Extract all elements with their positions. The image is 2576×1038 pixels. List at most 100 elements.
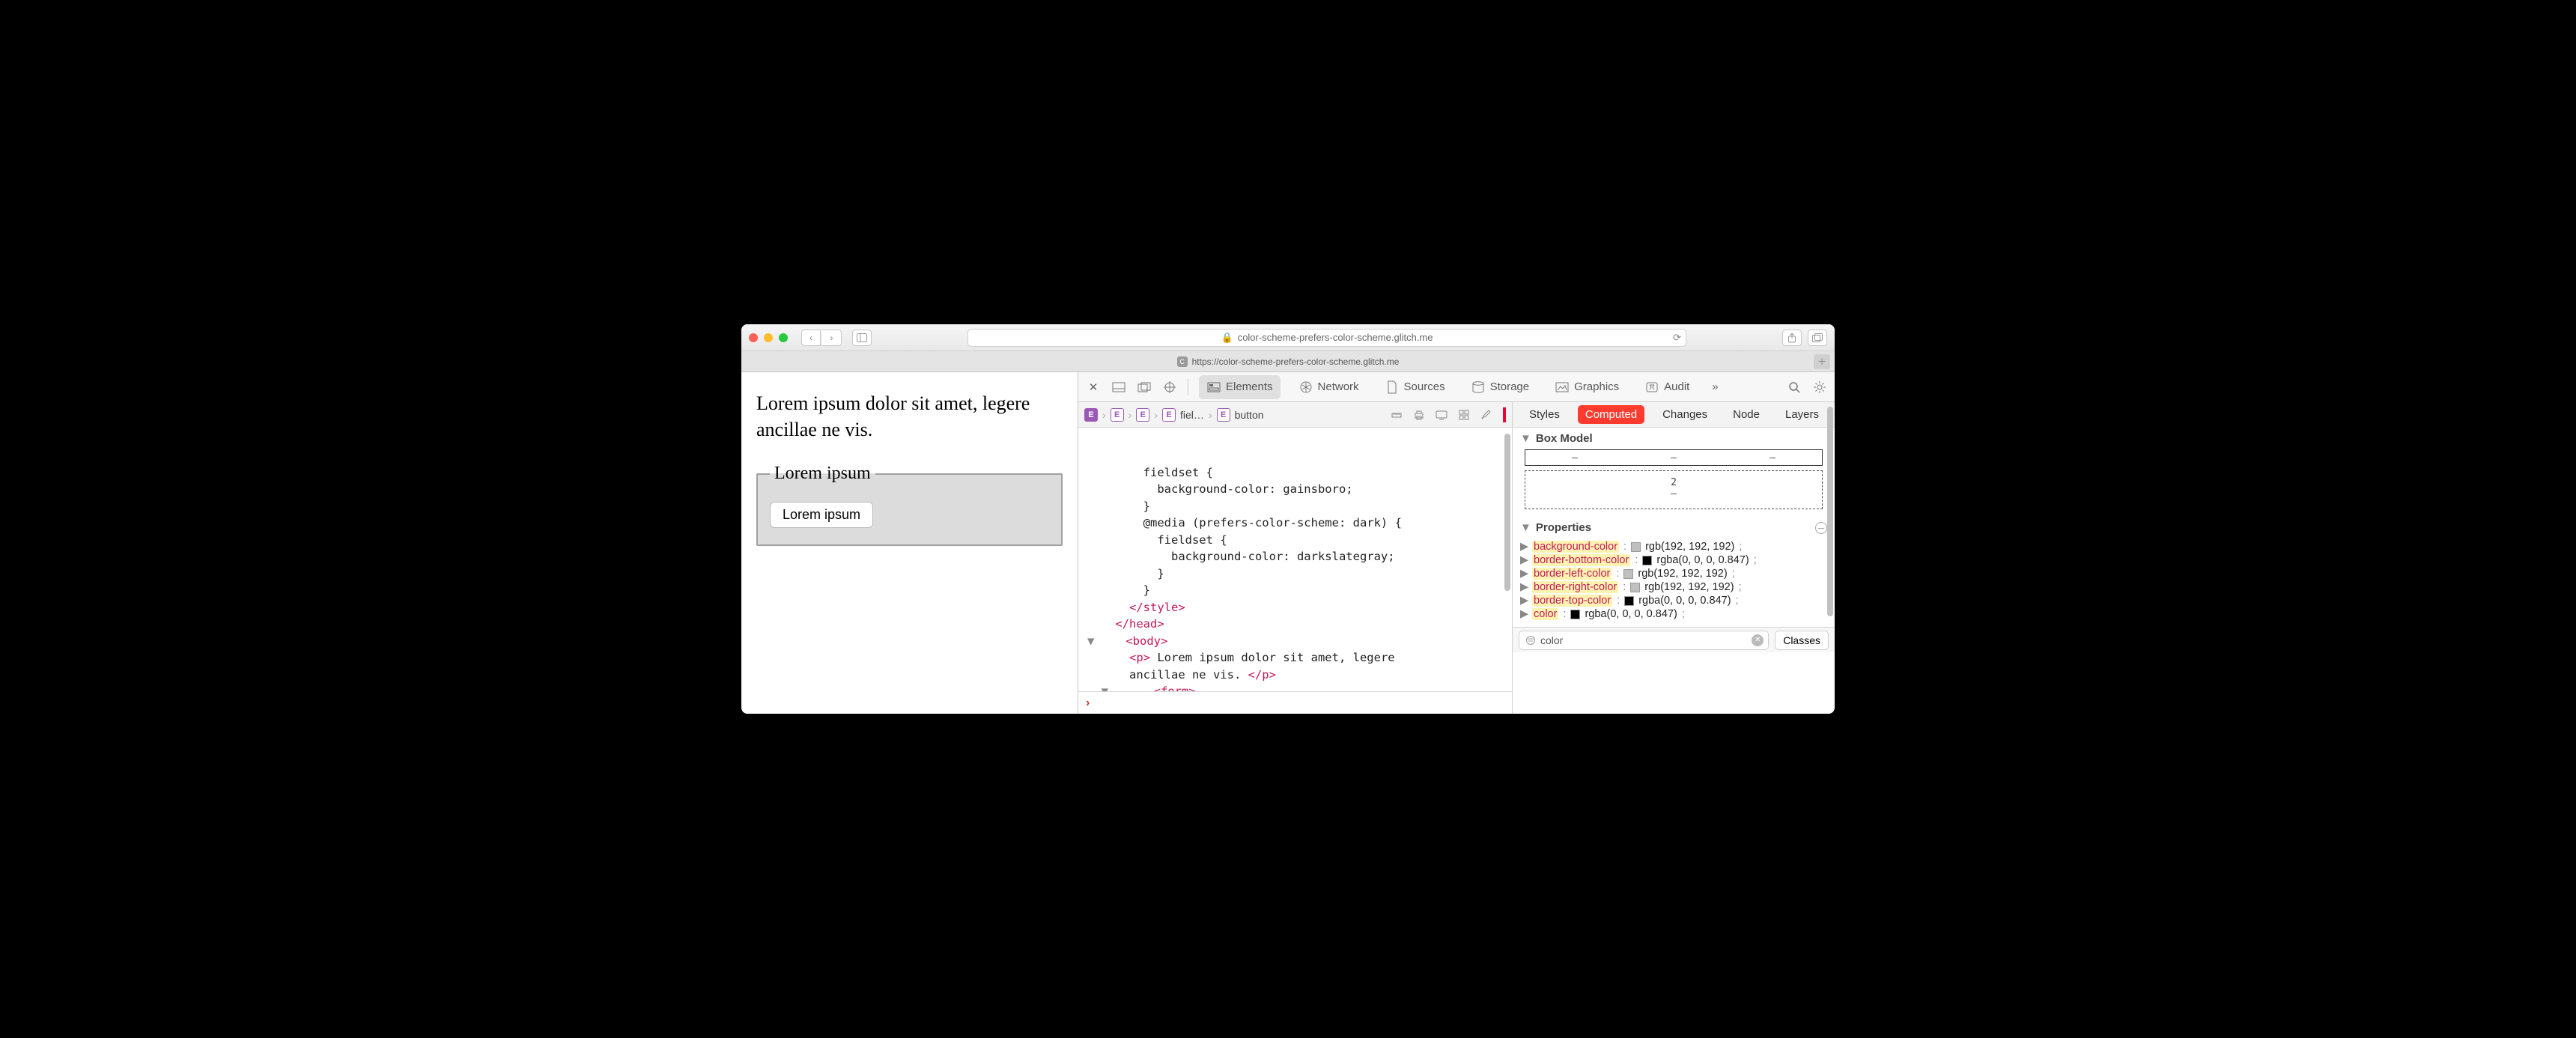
color-swatch[interactable] bbox=[1631, 542, 1641, 552]
graphics-icon bbox=[1555, 380, 1570, 395]
reload-icon[interactable]: ⟳ bbox=[1673, 332, 1681, 344]
console-prompt[interactable]: › bbox=[1078, 691, 1512, 714]
page-legend: Lorem ipsum bbox=[770, 464, 875, 484]
box-model-value: 2 bbox=[1671, 477, 1677, 488]
page-form: Lorem ipsum Lorem ipsum bbox=[756, 464, 1063, 546]
filter-icon bbox=[1525, 635, 1536, 646]
crumb-fieldset[interactable]: E bbox=[1162, 408, 1176, 422]
tab-graphics-label: Graphics bbox=[1574, 380, 1619, 393]
content-area: Lorem ipsum dolor sit amet, legere ancil… bbox=[741, 372, 1835, 714]
tab-elements[interactable]: Elements bbox=[1199, 375, 1281, 399]
dom-source[interactable]: fieldset { background-color: gainsboro; … bbox=[1078, 428, 1512, 691]
new-tab-button[interactable]: ＋ bbox=[1814, 354, 1830, 369]
devtools: ✕ Elements bbox=[1078, 372, 1835, 714]
dock-bottom-icon[interactable] bbox=[1111, 380, 1126, 395]
color-swatch[interactable] bbox=[1624, 596, 1634, 606]
titlebar: ‹ › 🔒 color-scheme-prefers-color-scheme.… bbox=[741, 324, 1835, 351]
box-model-section[interactable]: ▼ Box Model bbox=[1513, 428, 1835, 449]
crumb-button[interactable]: E bbox=[1217, 408, 1230, 422]
styles-tabs: Styles Computed Changes Node Layers bbox=[1513, 402, 1835, 428]
color-swatch[interactable] bbox=[1642, 556, 1652, 565]
scrollbar-thumb[interactable] bbox=[1504, 434, 1510, 591]
disclosure-triangle-icon: ▼ bbox=[1520, 432, 1531, 445]
crumb-fieldset-label[interactable]: fiel… bbox=[1180, 409, 1204, 421]
styles-panel: Styles Computed Changes Node Layers ▼ Bo… bbox=[1513, 402, 1835, 714]
overflow-icon[interactable]: » bbox=[1707, 380, 1722, 395]
color-swatch[interactable] bbox=[1630, 583, 1640, 592]
disclosure-triangle-icon: ▶ bbox=[1520, 581, 1528, 593]
zoom-window[interactable] bbox=[779, 333, 788, 342]
property-row[interactable]: ▶border-right-color: rgb(192, 192, 192); bbox=[1520, 580, 1827, 594]
properties-section[interactable]: ▼ Properties bbox=[1513, 517, 1835, 538]
search-icon[interactable] bbox=[1787, 380, 1802, 395]
device-icon[interactable] bbox=[1436, 410, 1448, 420]
filter-settings-icon[interactable] bbox=[1815, 522, 1827, 534]
inspect-icon[interactable] bbox=[1162, 380, 1177, 395]
tab-storage[interactable]: Storage bbox=[1463, 375, 1537, 399]
browser-window: ‹ › 🔒 color-scheme-prefers-color-scheme.… bbox=[741, 324, 1835, 714]
elements-icon bbox=[1206, 380, 1221, 395]
tab-computed[interactable]: Computed bbox=[1578, 405, 1644, 424]
tab-title[interactable]: https://color-scheme-prefers-color-schem… bbox=[1192, 356, 1400, 367]
page-paragraph: Lorem ipsum dolor sit amet, legere ancil… bbox=[756, 390, 1063, 443]
property-name: color bbox=[1532, 608, 1558, 620]
devtools-toolbar: ✕ Elements bbox=[1078, 372, 1835, 402]
address-bar[interactable]: 🔒 color-scheme-prefers-color-scheme.glit… bbox=[967, 329, 1686, 347]
tab-sources-label: Sources bbox=[1404, 380, 1445, 393]
forward-button[interactable]: › bbox=[822, 330, 842, 346]
color-swatch[interactable] bbox=[1623, 569, 1633, 579]
disclosure-triangle-icon: ▶ bbox=[1520, 568, 1528, 580]
property-row[interactable]: ▶color: rgba(0, 0, 0, 0.847); bbox=[1520, 607, 1827, 621]
crumb-button-label[interactable]: button bbox=[1235, 409, 1264, 421]
crumb-html[interactable]: E bbox=[1084, 408, 1098, 422]
tab-layers[interactable]: Layers bbox=[1778, 405, 1826, 424]
dock-popout-icon[interactable] bbox=[1137, 380, 1152, 395]
tab-graphics[interactable]: Graphics bbox=[1547, 375, 1626, 399]
back-button[interactable]: ‹ bbox=[801, 330, 821, 346]
devtools-body: E› E› E› E fiel…› E button bbox=[1078, 402, 1835, 714]
filter-value: color bbox=[1540, 634, 1563, 646]
gear-icon[interactable] bbox=[1812, 380, 1827, 395]
property-name: border-top-color bbox=[1532, 595, 1612, 607]
sidebar-toggle[interactable] bbox=[852, 330, 872, 346]
disclosure-triangle-icon: ▶ bbox=[1520, 608, 1528, 620]
page-fieldset: Lorem ipsum Lorem ipsum bbox=[756, 464, 1063, 546]
tab-changes[interactable]: Changes bbox=[1655, 405, 1715, 424]
color-swatch[interactable] bbox=[1570, 610, 1580, 619]
brush-icon[interactable] bbox=[1480, 409, 1492, 421]
property-value: rgb(192, 192, 192) bbox=[1645, 541, 1734, 553]
ruler-icon[interactable] bbox=[1391, 409, 1403, 421]
property-row[interactable]: ▶border-bottom-color: rgba(0, 0, 0, 0.84… bbox=[1520, 553, 1827, 567]
tab-sources[interactable]: Sources bbox=[1377, 375, 1453, 399]
grid-icon[interactable] bbox=[1458, 409, 1470, 421]
compositing-icon[interactable] bbox=[1503, 409, 1506, 421]
property-row[interactable]: ▶border-top-color: rgba(0, 0, 0, 0.847); bbox=[1520, 594, 1827, 607]
tab-styles[interactable]: Styles bbox=[1522, 405, 1567, 424]
titlebar-right bbox=[1782, 330, 1827, 346]
show-tabs-button[interactable] bbox=[1808, 330, 1827, 346]
property-row[interactable]: ▶background-color: rgb(192, 192, 192); bbox=[1520, 540, 1827, 553]
property-value: rgb(192, 192, 192) bbox=[1644, 581, 1734, 593]
crumb-form[interactable]: E bbox=[1136, 408, 1149, 422]
tab-network-label: Network bbox=[1318, 380, 1359, 393]
property-value: rgba(0, 0, 0, 0.847) bbox=[1585, 608, 1677, 620]
minimize-window[interactable] bbox=[764, 333, 773, 342]
page-button[interactable]: Lorem ipsum bbox=[770, 502, 873, 528]
property-name: background-color bbox=[1532, 541, 1619, 553]
right-scrollbar-thumb[interactable] bbox=[1827, 407, 1833, 616]
tab-node[interactable]: Node bbox=[1725, 405, 1767, 424]
clear-filter-icon[interactable]: ✕ bbox=[1752, 634, 1764, 646]
classes-button[interactable]: Classes bbox=[1775, 631, 1829, 650]
filter-row: color ✕ Classes bbox=[1513, 627, 1835, 652]
close-window[interactable] bbox=[749, 333, 758, 342]
property-row[interactable]: ▶border-left-color: rgb(192, 192, 192); bbox=[1520, 567, 1827, 580]
property-value: rgba(0, 0, 0, 0.847) bbox=[1638, 595, 1731, 607]
crumb-body[interactable]: E bbox=[1111, 408, 1124, 422]
close-icon[interactable]: ✕ bbox=[1086, 380, 1101, 395]
share-button[interactable] bbox=[1782, 330, 1802, 346]
tab-network[interactable]: Network bbox=[1291, 375, 1367, 399]
nav-buttons: ‹ › bbox=[801, 330, 842, 346]
filter-input[interactable]: color ✕ bbox=[1519, 631, 1769, 650]
print-icon[interactable] bbox=[1413, 409, 1425, 421]
tab-audit[interactable]: Audit bbox=[1637, 375, 1697, 399]
